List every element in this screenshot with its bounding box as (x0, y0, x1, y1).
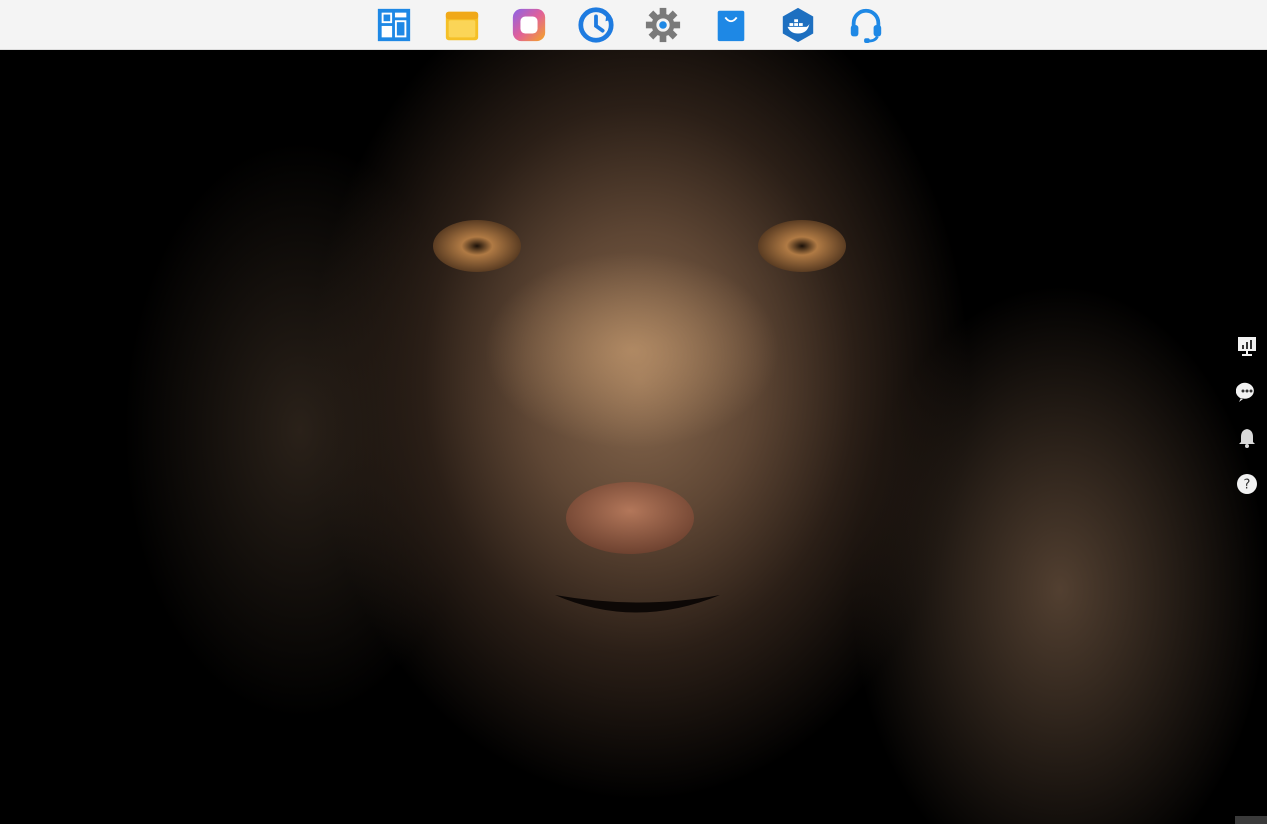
lynx-photo (433, 220, 846, 613)
notifications-icon[interactable] (1235, 426, 1259, 450)
settings-icon[interactable] (643, 5, 683, 45)
docker-icon[interactable] (778, 5, 818, 45)
file-station-icon[interactable] (442, 5, 482, 45)
help-icon[interactable]: ? (1235, 472, 1259, 496)
show-desktop-button[interactable] (1235, 816, 1267, 824)
support-icon[interactable] (846, 5, 886, 45)
app-center-icon[interactable] (711, 5, 751, 45)
control-panel-icon[interactable] (374, 5, 414, 45)
left-eye (433, 220, 521, 272)
photos-icon[interactable] (509, 5, 549, 45)
messages-icon[interactable] (1235, 380, 1259, 404)
help-glyph: ? (1244, 478, 1251, 493)
desktop-wallpaper (0, 50, 1267, 824)
mouth (555, 595, 720, 613)
backup-icon[interactable] (576, 5, 616, 45)
taskbar (0, 0, 1267, 50)
side-toolbar: ? (1235, 334, 1259, 518)
nose (566, 482, 694, 554)
right-eye (758, 220, 846, 272)
resource-monitor-icon[interactable] (1235, 334, 1259, 358)
